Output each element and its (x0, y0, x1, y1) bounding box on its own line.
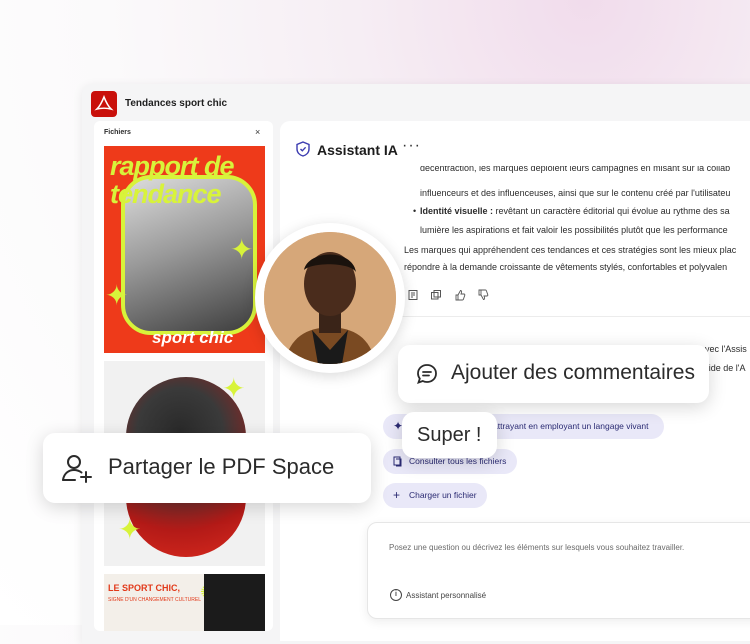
message-line: décentraction, les marques déploient leu… (420, 163, 731, 173)
bullet-dot: • (413, 206, 417, 216)
sparkle-icon: ✦ (230, 234, 254, 265)
prompt-box[interactable]: Posez une question ou décrivez les éléme… (367, 522, 750, 619)
message-line: influenceurs et des influenceuses, ainsi… (420, 188, 731, 198)
thumbnail-photo (204, 574, 265, 631)
thumbnail-subtitle: sport chic (152, 328, 234, 347)
sparkle-icon: ✦ (105, 280, 129, 311)
files-icon (393, 449, 403, 476)
message-line: lumière les aspirations et fait valoir l… (420, 225, 728, 235)
thumbnail-title: LE SPORT CHIC, (108, 583, 181, 593)
sparkle-icon: ✦ (222, 373, 246, 404)
copy-icon[interactable] (430, 288, 444, 302)
message-line: répondre à la demande croissante de vête… (404, 262, 728, 272)
thumbs-down-icon[interactable] (477, 288, 491, 302)
summary-icon[interactable] (407, 288, 421, 302)
acrobat-icon[interactable] (91, 91, 117, 117)
close-icon[interactable]: × (255, 127, 260, 137)
files-panel-heading: Fichiers (104, 129, 131, 136)
files-panel: Fichiers × rapport de tendance sport chi… (94, 121, 273, 631)
bullet-text: revêtant un caractère éditorial qui évol… (493, 206, 730, 216)
info-icon: i (390, 589, 402, 601)
plus-icon: + (393, 488, 401, 502)
file-thumbnail[interactable]: rapport de tendance sport chic ✦ ✦ (104, 146, 265, 353)
share-label: Partager le PDF Space (108, 454, 335, 479)
divider (382, 316, 750, 317)
share-pdf-space-button[interactable]: Partager le PDF Space (43, 433, 371, 503)
thumbs-up-icon[interactable] (454, 288, 468, 302)
title-bar: Tendances sport chic (82, 84, 750, 122)
thumbnail-subtitle: SIGNE D'UN CHANGEMENT CULTUREL (108, 597, 202, 603)
message-line: Identité visuelle : revêtant un caractèr… (420, 202, 730, 221)
assistant-title: Assistant IA (317, 142, 398, 158)
comment-icon (417, 364, 437, 384)
suggestion-label: Charger un fichier (409, 490, 477, 500)
suggestion-label: attrayant en employant un langage vivant (493, 421, 649, 431)
avatar-photo (264, 232, 396, 364)
more-icon[interactable]: ··· (402, 137, 421, 155)
bullet-bold: Identité visuelle : (420, 206, 494, 216)
suggestion-chip[interactable]: + Charger un fichier (383, 483, 487, 508)
reply-bubble: Super ! (402, 412, 497, 458)
add-comments-label: Ajouter des commentaires (451, 361, 695, 384)
reply-text: Super ! (417, 424, 482, 446)
add-comments-button[interactable]: Ajouter des commentaires (398, 345, 709, 403)
prompt-footer-label: Assistant personnalisé (406, 591, 487, 600)
file-thumbnail[interactable]: LE SPORT CHIC, SIGNE D'UN CHANGEMENT CUL… (104, 574, 265, 631)
shield-icon (296, 141, 310, 157)
avatar (255, 223, 405, 373)
feedback-row (407, 288, 496, 306)
prompt-placeholder: Posez une question ou décrivez les éléme… (389, 543, 685, 552)
sparkle-icon: ✦ (118, 514, 142, 545)
thumbnail-title: rapport de tendance (110, 151, 235, 209)
document-title: Tendances sport chic (125, 98, 228, 109)
add-user-icon (62, 455, 92, 483)
prompt-footer[interactable]: i Assistant personnalisé (390, 589, 487, 601)
